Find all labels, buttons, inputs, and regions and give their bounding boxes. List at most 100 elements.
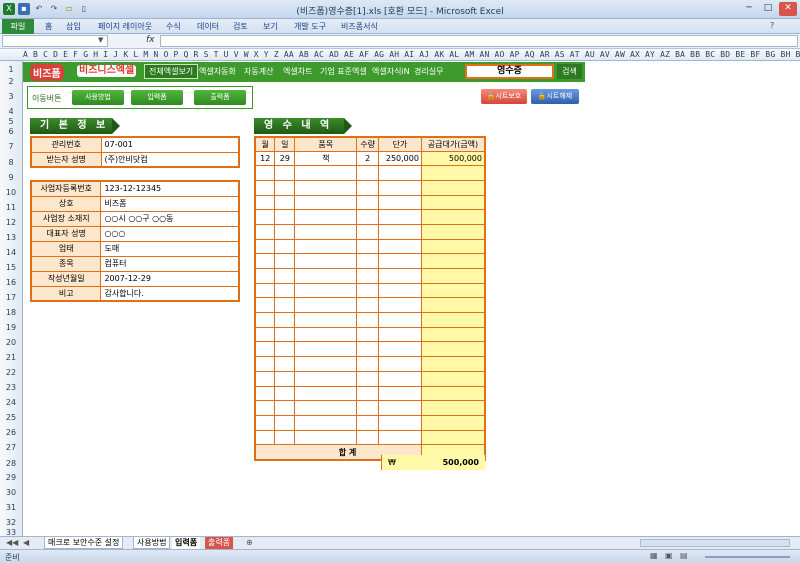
row-header[interactable]: 32 (0, 518, 22, 528)
value-reg-no[interactable]: 123-12-12345 (100, 180, 240, 197)
empty-cell[interactable] (420, 370, 486, 387)
tab-data[interactable]: 데이터 (197, 21, 219, 32)
value-address[interactable]: ○○시 ○○구 ○○동 (100, 210, 240, 227)
fx-icon[interactable]: fx (146, 35, 155, 45)
empty-cell[interactable] (254, 253, 276, 269)
sheet-tab-howto[interactable]: 사용방법 (133, 537, 171, 549)
menu-accounting[interactable]: 경리실무 (414, 66, 443, 77)
empty-cell[interactable] (356, 341, 380, 358)
row-header[interactable]: 1 (0, 65, 22, 75)
row-header[interactable]: 23 (0, 383, 22, 393)
empty-cell[interactable] (356, 253, 380, 269)
empty-cell[interactable] (356, 297, 380, 314)
row-header[interactable]: 29 (0, 473, 22, 483)
page-layout-view-icon[interactable]: ▣ (665, 551, 673, 560)
empty-cell[interactable] (378, 253, 422, 269)
row-header[interactable]: 4 (0, 107, 22, 117)
empty-cell[interactable] (274, 356, 296, 372)
empty-cell[interactable] (420, 429, 486, 446)
empty-cell[interactable] (378, 179, 422, 196)
row-header[interactable]: 22 (0, 368, 22, 378)
empty-cell[interactable] (378, 268, 422, 284)
menu-all-excel[interactable]: 전체엑셀보기 (144, 64, 199, 79)
empty-cell[interactable] (420, 297, 486, 314)
empty-cell[interactable] (254, 385, 276, 402)
empty-cell[interactable] (274, 209, 296, 225)
empty-cell[interactable] (356, 400, 380, 416)
empty-cell[interactable] (274, 179, 296, 196)
empty-cell[interactable] (294, 194, 358, 211)
value-remarks[interactable]: 감사합니다. (100, 285, 240, 302)
empty-cell[interactable] (274, 238, 296, 255)
empty-cell[interactable] (274, 194, 296, 211)
nav-howto-button[interactable]: 사용방법 (72, 90, 124, 105)
empty-cell[interactable] (294, 400, 358, 416)
row-header[interactable]: 15 (0, 263, 22, 273)
empty-cell[interactable] (378, 165, 422, 181)
empty-cell[interactable] (274, 165, 296, 181)
empty-cell[interactable] (294, 370, 358, 387)
empty-cell[interactable] (294, 414, 358, 431)
cell-amount[interactable]: 500,000 (420, 150, 486, 167)
empty-cell[interactable] (254, 179, 276, 196)
row-header[interactable]: 2 (0, 77, 22, 87)
empty-cell[interactable] (274, 223, 296, 240)
empty-cell[interactable] (294, 209, 358, 225)
nav-output-button[interactable]: 출력폼 (194, 90, 246, 105)
empty-cell[interactable] (356, 179, 380, 196)
empty-cell[interactable] (378, 209, 422, 225)
empty-cell[interactable] (254, 209, 276, 225)
cell-day[interactable]: 29 (274, 150, 296, 167)
empty-cell[interactable] (294, 356, 358, 372)
empty-cell[interactable] (294, 253, 358, 269)
sheet-protect-button[interactable]: 🔒시트보호 (481, 89, 527, 104)
value-business-type[interactable]: 도매 (100, 240, 240, 257)
name-box[interactable] (2, 35, 108, 47)
empty-cell[interactable] (356, 194, 380, 211)
nav-input-button[interactable]: 입력폼 (131, 90, 183, 105)
row-header[interactable]: 12 (0, 218, 22, 228)
close-button[interactable]: ✕ (779, 2, 797, 16)
empty-cell[interactable] (294, 179, 358, 196)
row-header[interactable]: 8 (0, 158, 22, 168)
doc-title-box[interactable]: 영수증 (465, 64, 554, 79)
empty-cell[interactable] (274, 282, 296, 299)
value-ceo[interactable]: ○○○ (100, 225, 240, 242)
empty-cell[interactable] (254, 370, 276, 387)
cell-qty[interactable]: 2 (356, 150, 380, 167)
tab-review[interactable]: 검토 (233, 21, 248, 32)
empty-cell[interactable] (378, 400, 422, 416)
empty-cell[interactable] (254, 400, 276, 416)
empty-cell[interactable] (274, 370, 296, 387)
empty-cell[interactable] (274, 268, 296, 284)
tab-file[interactable]: 파일 (2, 19, 34, 34)
empty-cell[interactable] (274, 326, 296, 343)
empty-cell[interactable] (294, 429, 358, 446)
row-header[interactable]: 20 (0, 338, 22, 348)
empty-cell[interactable] (356, 165, 380, 181)
row-header[interactable]: 5 (0, 117, 22, 127)
row-header[interactable]: 17 (0, 293, 22, 303)
cell-price[interactable]: 250,000 (378, 150, 422, 167)
sheet-tab-output[interactable]: 출력폼 (205, 537, 234, 549)
empty-cell[interactable] (294, 238, 358, 255)
empty-cell[interactable] (378, 238, 422, 255)
help-icon[interactable]: ? (770, 21, 774, 30)
empty-cell[interactable] (294, 341, 358, 358)
empty-cell[interactable] (420, 253, 486, 269)
empty-cell[interactable] (420, 385, 486, 402)
row-header[interactable]: 26 (0, 428, 22, 438)
business-excel-logo[interactable]: 비즈니스엑셀 (77, 65, 137, 77)
bizform-logo[interactable]: 비즈폼 (30, 64, 64, 81)
tab-page-layout[interactable]: 페이지 레이아웃 (98, 21, 152, 32)
empty-cell[interactable] (420, 400, 486, 416)
empty-cell[interactable] (378, 429, 422, 446)
tab-developer[interactable]: 개발 도구 (294, 21, 326, 32)
value-date[interactable]: 2007-12-29 (100, 270, 240, 287)
row-header[interactable]: 18 (0, 308, 22, 318)
empty-cell[interactable] (356, 223, 380, 240)
empty-cell[interactable] (356, 385, 380, 402)
empty-cell[interactable] (254, 238, 276, 255)
tab-insert[interactable]: 삽입 (66, 21, 81, 32)
empty-cell[interactable] (274, 297, 296, 314)
